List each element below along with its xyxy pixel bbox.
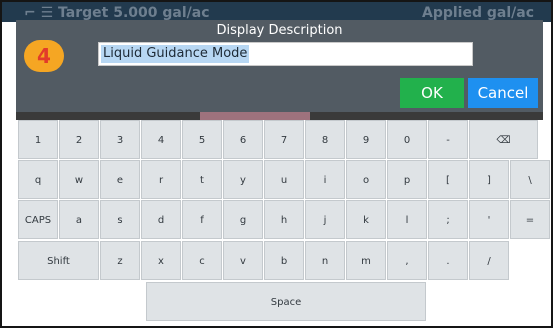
key[interactable]: - <box>428 120 468 159</box>
key[interactable]: 9 <box>346 120 386 159</box>
key[interactable]: l <box>387 200 427 239</box>
key[interactable]: k <box>346 200 386 239</box>
key[interactable]: r <box>141 160 181 199</box>
space-key[interactable]: Space <box>146 282 426 321</box>
display-description-dialog: Display Description Liquid Guidance Mode… <box>16 20 543 112</box>
key[interactable]: a <box>59 200 99 239</box>
key[interactable]: ; <box>428 200 468 239</box>
key[interactable]: z <box>100 241 140 280</box>
key[interactable]: 7 <box>264 120 304 159</box>
key[interactable]: e <box>100 160 140 199</box>
dialog-title: Display Description <box>216 23 343 38</box>
key[interactable]: , <box>387 241 427 280</box>
cancel-button[interactable]: Cancel <box>468 78 538 108</box>
key[interactable]: 5 <box>182 120 222 159</box>
key[interactable]: / <box>469 241 509 280</box>
key[interactable]: . <box>428 241 468 280</box>
key[interactable]: j <box>305 200 345 239</box>
key[interactable]: q <box>18 160 58 199</box>
caps-lock-key[interactable]: CAPS <box>18 200 58 239</box>
key[interactable]: y <box>223 160 263 199</box>
background-app-header: ⌐ ☰ Target 5.000 gal/ac Applied gal/ac <box>2 2 551 22</box>
screen-frame: ⌐ ☰ Target 5.000 gal/ac Applied gal/ac D… <box>0 0 553 328</box>
key[interactable]: h <box>264 200 304 239</box>
shift-key[interactable]: Shift <box>18 241 99 280</box>
description-input-value: Liquid Guidance Mode <box>101 45 250 63</box>
key[interactable]: o <box>346 160 386 199</box>
key[interactable]: t <box>182 160 222 199</box>
key[interactable]: s <box>100 200 140 239</box>
ok-button[interactable]: OK <box>400 78 464 108</box>
key[interactable]: i <box>305 160 345 199</box>
key[interactable]: g <box>223 200 263 239</box>
key[interactable]: 3 <box>100 120 140 159</box>
background-highlight <box>200 112 310 120</box>
key[interactable]: x <box>141 241 181 280</box>
on-screen-keyboard: 1 2 3 4 5 6 7 8 9 0- ⌫ q w e r t y u i o p[] \ CAPS a s d f g h j k l; '… <box>16 120 550 324</box>
key[interactable]: = <box>510 200 550 239</box>
key[interactable]: 8 <box>305 120 345 159</box>
description-input[interactable]: Liquid Guidance Mode <box>98 42 473 66</box>
key[interactable]: d <box>141 200 181 239</box>
backspace-key[interactable]: ⌫ <box>469 120 538 159</box>
key[interactable]: f <box>182 200 222 239</box>
key[interactable]: c <box>182 241 222 280</box>
key[interactable]: p <box>387 160 427 199</box>
key[interactable]: u <box>264 160 304 199</box>
key[interactable]: 0 <box>387 120 427 159</box>
key[interactable]: 6 <box>223 120 263 159</box>
key[interactable]: 2 <box>59 120 99 159</box>
key[interactable]: ] <box>469 160 509 199</box>
key[interactable]: [ <box>428 160 468 199</box>
key[interactable]: b <box>264 241 304 280</box>
key[interactable]: v <box>223 241 263 280</box>
key[interactable]: 4 <box>141 120 181 159</box>
key[interactable]: ' <box>469 200 509 239</box>
key[interactable]: w <box>59 160 99 199</box>
step-badge: 4 <box>24 40 64 72</box>
key[interactable]: m <box>346 241 386 280</box>
key[interactable]: \ <box>510 160 550 199</box>
key[interactable]: n <box>305 241 345 280</box>
key[interactable]: 1 <box>18 120 58 159</box>
